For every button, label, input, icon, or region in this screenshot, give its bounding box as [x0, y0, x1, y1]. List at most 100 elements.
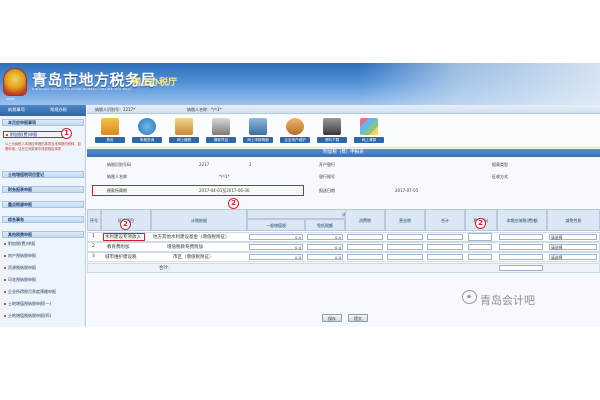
building-icon [249, 118, 267, 135]
bullet-icon [4, 315, 6, 317]
save-button[interactable]: 保存 [322, 314, 342, 322]
watermark-text: 青岛会计吧 [480, 294, 535, 307]
bank-account-label: 银行账号 [319, 174, 335, 179]
vat-general-input[interactable]: 0.0 [249, 234, 303, 240]
total-input[interactable] [427, 234, 463, 240]
bank-label: 开户银行 [319, 162, 335, 167]
sidebar-item-surcharge-highlighted[interactable]: 附加税(费)申报 [3, 131, 63, 138]
sidebar-item[interactable]: 房产税纳税申报 [4, 253, 84, 258]
bullet-icon [6, 134, 8, 136]
annotation-badge-2-period: 2 [228, 198, 239, 209]
globe-icon [138, 118, 156, 135]
consumption-input[interactable] [347, 244, 383, 250]
rate-input[interactable] [468, 244, 492, 250]
rate-input[interactable] [468, 233, 492, 241]
printer-icon [212, 118, 230, 135]
toolbar-detail-button[interactable]: 网上申报明细 [243, 116, 273, 146]
taxpayer-id-suffix: 2 [249, 162, 252, 167]
taxpayer-id-label: 纳税识别号码 [107, 162, 131, 167]
emblem-text: QDDS [6, 97, 15, 101]
annotation-badge-1: 1 [61, 128, 72, 139]
total-input[interactable] [427, 244, 463, 250]
vat-general-input[interactable]: 0.0 [249, 244, 303, 250]
sidebar-tab-tax-items[interactable]: 纳税事项 [8, 107, 25, 113]
form-title: 附加税（费）申报表 [87, 149, 600, 157]
current-payable-input[interactable] [499, 254, 543, 260]
taxpayer-name-text: 纳税人名称：*户1* [187, 107, 222, 112]
business-input[interactable] [387, 254, 423, 260]
current-payable-input[interactable] [499, 244, 543, 250]
sidebar-item[interactable]: 企业所得税月季度预缴申报 [4, 289, 84, 294]
col-seq: 序号 [87, 209, 101, 231]
sidebar-tab-routine[interactable]: 常规办税 [50, 107, 67, 113]
sidebar-item[interactable]: 资源税纳税申报 [4, 265, 84, 270]
report-type-label: 报表类型 [492, 162, 508, 167]
bullet-icon [4, 279, 6, 281]
report-date-value: 2017-07-05 [395, 188, 419, 193]
tax-period-value: 2017-04-01至2017-06-30 [199, 188, 250, 193]
toolbar-download-button[interactable]: 资料下载 [317, 116, 347, 146]
taxpayer-id-text: 纳税人识别号：2217* [95, 107, 136, 112]
sidebar-item[interactable]: 印花税纳税申报 [4, 277, 84, 282]
row-item: 城市维护建设税 [105, 255, 137, 260]
sidebar-note: 以上为纳税人本期应申报的事项及未申报的税种，如需申报，请在左侧菜单中找到相应事项 [5, 142, 81, 151]
user-info-bar: 纳税人识别号：2217* 纳税人名称：*户1* [87, 105, 600, 114]
col-consumption: 消费税 [345, 209, 385, 231]
row-item: 教育费附加 [107, 245, 130, 250]
toolbar-query-button[interactable]: 申报查询 [132, 116, 162, 146]
sidebar-tabs: 纳税事项 常规办税 [0, 105, 86, 116]
business-input[interactable] [387, 244, 423, 250]
taxpayer-name-label: 纳税人名称 [107, 174, 127, 179]
total-payable-input[interactable] [499, 265, 543, 271]
row-basis: 增值税教育费附加 [167, 245, 203, 250]
site-english-name: QINGDAO LOCAL TAXATION BUREAU ONLINE TAX… [32, 87, 132, 91]
toolbar-clear-button[interactable]: 网上清算 [354, 116, 384, 146]
bullet-icon [4, 267, 6, 269]
vat-exempt-input[interactable]: 0.0 [307, 254, 343, 260]
toolbar-home-button[interactable]: 首页 [95, 116, 125, 146]
toolbar-user-button[interactable]: 企业用户维护 [280, 116, 310, 146]
toolbar-voucher-button[interactable]: 缴款凭证 [206, 116, 236, 146]
deduction-select[interactable]: 请选择 [549, 244, 597, 250]
sidebar-group-key-source[interactable]: 重点税源申报 [2, 201, 84, 208]
sidebar-group-other[interactable]: 其他税费申报 [2, 231, 84, 238]
sidebar: 纳税事项 常规办税 本月应申报事项 附加税(费)申报 1 以上为纳税人本期应申报… [0, 105, 86, 327]
sidebar-group-land-vat[interactable]: 土地增值税项目登记 [2, 171, 84, 178]
consumption-input[interactable] [347, 254, 383, 260]
sidebar-group-financial[interactable]: 财务报表申报 [2, 186, 84, 193]
bullet-icon [4, 243, 6, 245]
col-total: 合计 [425, 209, 465, 231]
current-payable-input[interactable] [499, 234, 543, 240]
toolbar-pay-button[interactable]: 网上缴税 [169, 116, 199, 146]
col-vat-exempt: 免抵税额 [305, 219, 345, 231]
row-seq: 2 [92, 244, 95, 249]
rate-input[interactable] [468, 254, 492, 260]
taxpayer-name-value: *户1* [219, 174, 230, 179]
bullet-icon [4, 291, 6, 293]
vat-exempt-input[interactable]: 0.0 [307, 244, 343, 250]
sidebar-item[interactable]: 附加税(费)申报 [4, 241, 84, 246]
total-input[interactable] [427, 254, 463, 260]
sidebar-item-label: 附加税(费)申报 [10, 132, 38, 137]
sidebar-item[interactable]: 土地增值税纳税申报(一) [4, 301, 84, 306]
report-date-label: 报送日期 [319, 188, 335, 193]
home-icon [101, 118, 119, 135]
site-subtitle: 网上办税厅 [132, 78, 178, 88]
sidebar-group-general[interactable]: 综合事务 [2, 216, 84, 223]
tax-emblem-icon [3, 68, 27, 96]
deduction-select[interactable]: 请选择 [549, 254, 597, 260]
vat-exempt-input[interactable]: 0.0 [307, 234, 343, 240]
tax-period-label: 税款所属期 [107, 188, 127, 193]
row-basis: 市区（增值税附征） [173, 255, 214, 260]
col-business: 营业税 [385, 209, 425, 231]
business-input[interactable] [387, 234, 423, 240]
submit-button[interactable]: 提交 [348, 314, 368, 322]
row-item: 水利建设专项收入 [105, 235, 141, 240]
site-header: QDDS 青岛市地方税务局 网上办税厅 QINGDAO LOCAL TAXATI… [0, 63, 600, 105]
vat-general-input[interactable]: 0.0 [249, 254, 303, 260]
sidebar-group-monthly[interactable]: 本月应申报事项 [2, 119, 84, 126]
consumption-input[interactable] [347, 234, 383, 240]
sidebar-item[interactable]: 土地增值税纳税申报(四) [4, 313, 84, 318]
bullet-icon [4, 255, 6, 257]
deduction-select[interactable]: 请选择 [549, 234, 597, 240]
